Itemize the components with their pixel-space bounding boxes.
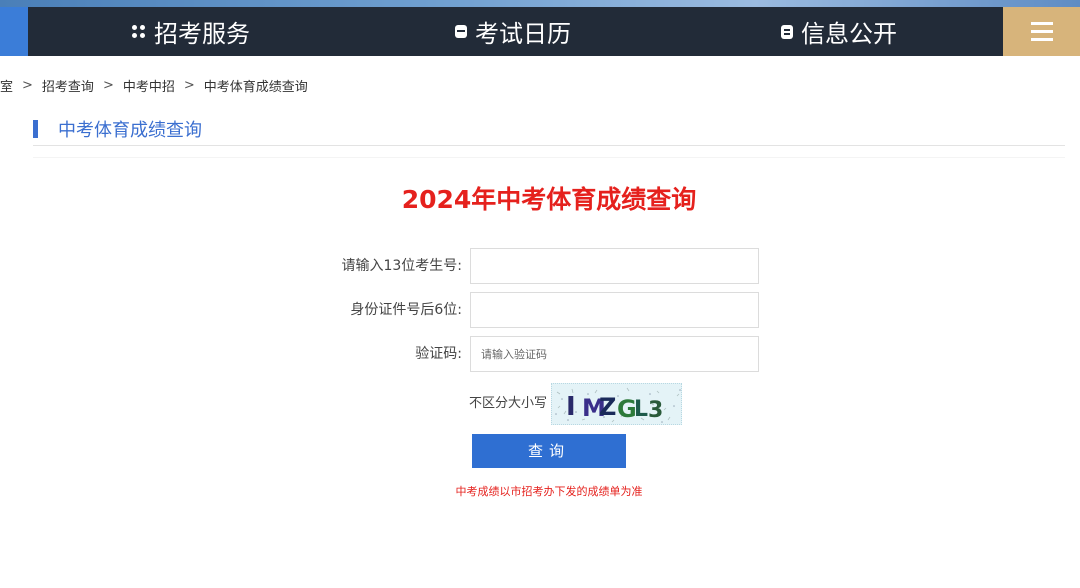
document-icon (781, 24, 793, 39)
captcha-row: 验证码: (0, 336, 1080, 372)
breadcrumb-item[interactable]: 中考中招 (123, 76, 175, 95)
score-notice: 中考成绩以市招考办下发的成绩单为准 (455, 485, 643, 498)
breadcrumb-item[interactable]: 招考查询 (42, 76, 94, 95)
section-accent-bar (33, 120, 38, 138)
section-title: 中考体育成绩查询 (58, 120, 202, 141)
candidate-number-input[interactable] (470, 248, 759, 284)
breadcrumb: 室 > 招考查询 > 中考中招 > 中考体育成绩查询 (0, 75, 308, 95)
nav-item-label: 招考服务 (154, 20, 250, 48)
id-last6-input[interactable] (470, 292, 759, 328)
navbar-left-edge (0, 7, 28, 56)
svg-text:L: L (634, 397, 648, 422)
nav-item-exam-services[interactable]: 招考服务 (132, 7, 250, 56)
main-navbar: 招考服务 考试日历 信息公开 (0, 7, 1080, 56)
svg-text:I: I (566, 392, 576, 422)
section-divider (33, 145, 1065, 146)
captcha-graphic: I M Z G L 3 (555, 387, 681, 423)
nav-item-label: 考试日历 (475, 20, 571, 48)
svg-text:Z: Z (599, 393, 616, 421)
nav-item-info-disclosure[interactable]: 信息公开 (781, 7, 897, 56)
candidate-number-label: 请输入13位考生号: (341, 258, 462, 274)
id-last6-row: 身份证件号后6位: (0, 292, 1080, 328)
captcha-case-hint: 不区分大小写 (468, 396, 547, 411)
query-button[interactable]: 查询 (472, 434, 626, 468)
breadcrumb-separator: > (22, 77, 33, 93)
breadcrumb-item[interactable]: 室 (0, 76, 13, 95)
hamburger-menu-icon (1030, 22, 1053, 25)
id-last6-label: 身份证件号后6位: (350, 302, 462, 318)
header-banner-strip (0, 0, 1080, 7)
breadcrumb-item-current: 中考体育成绩查询 (203, 79, 308, 95)
captcha-display-row: 不区分大小写 I M Z G L 3 (0, 383, 1080, 425)
grid-dots-icon (132, 24, 146, 39)
page-title: 2024年中考体育成绩查询 (401, 185, 697, 214)
captcha-label: 验证码: (415, 346, 462, 362)
section-divider (33, 157, 1065, 158)
breadcrumb-separator: > (183, 77, 195, 93)
captcha-image[interactable]: I M Z G L 3 (551, 383, 682, 425)
nav-item-exam-calendar[interactable]: 考试日历 (455, 7, 571, 56)
breadcrumb-separator: > (102, 77, 114, 93)
candidate-number-row: 请输入13位考生号: (0, 248, 1080, 284)
section-heading: 中考体育成绩查询 (33, 117, 202, 141)
hamburger-menu-button[interactable] (1003, 7, 1080, 56)
svg-text:3: 3 (648, 398, 663, 423)
nav-item-label: 信息公开 (801, 20, 897, 48)
calendar-icon (455, 25, 467, 38)
captcha-input[interactable] (470, 336, 759, 372)
